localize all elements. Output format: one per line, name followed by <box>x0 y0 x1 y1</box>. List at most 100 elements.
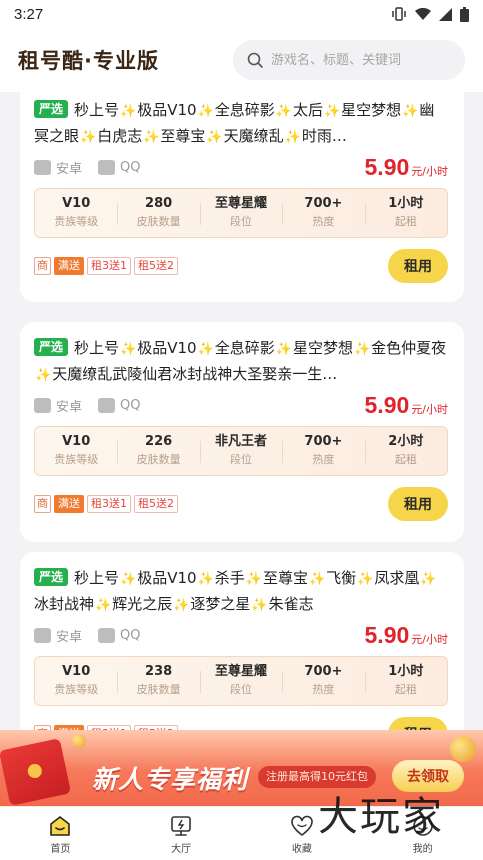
title-part: 极品V10 <box>137 569 197 587</box>
stat-heat: 700+ 热度 <box>282 663 364 699</box>
account-card[interactable]: 严选 秒上号✨极品V10✨全息碎影✨星空梦想✨金色仲夏夜✨天魔缭乱武陵仙君冰封战神… <box>20 322 464 542</box>
title-part: 极品V10 <box>137 339 197 357</box>
card-footer: 商 满送 租3送1 租5送2 租用 <box>34 486 448 522</box>
sparkle-icon: ✨ <box>197 104 214 119</box>
sparkle-icon: ✨ <box>120 342 137 357</box>
card-meta: 安卓 QQ 5.90 元/小时 <box>34 150 448 184</box>
stat-min-rent: 2小时 起租 <box>364 433 447 469</box>
sparkle-icon: ✨ <box>197 342 214 357</box>
qq-icon <box>98 159 116 175</box>
qq-icon <box>98 397 116 413</box>
sparkle-icon: ✨ <box>120 104 137 119</box>
sparkle-icon: ✨ <box>353 342 371 357</box>
sparkle-icon: ✨ <box>357 572 374 587</box>
android-icon <box>34 397 51 413</box>
status-bar: 3:27 <box>0 0 483 28</box>
price-unit: 元/小时 <box>411 632 448 646</box>
stats-panel: V10 贵族等级 238 皮肤数量 至尊星耀 段位 700+ 热度 1小时 起租 <box>34 656 448 706</box>
deal-tag: 租5送2 <box>134 495 178 513</box>
stat-noble: V10 贵族等级 <box>35 433 117 469</box>
stat-rank: 至尊星耀 段位 <box>199 195 282 231</box>
sparkle-icon: ✨ <box>206 130 223 145</box>
title-part: 太后 <box>292 101 323 119</box>
stat-value: 至尊星耀 <box>215 196 268 211</box>
stat-noble: V10 贵族等级 <box>35 663 117 699</box>
sparkle-icon: ✨ <box>35 368 52 383</box>
sparkle-icon: ✨ <box>308 572 326 587</box>
title-part: 天魔缭乱武陵仙君冰封战神大圣娶亲一生… <box>52 365 338 383</box>
stat-value: V10 <box>62 434 91 449</box>
stat-value: 700+ <box>304 664 343 679</box>
coin-icon <box>450 736 476 762</box>
price-unit: 元/小时 <box>411 164 448 178</box>
platform-tag: 安卓 <box>34 626 82 645</box>
nav-label: 收藏 <box>291 844 312 855</box>
price-value: 5.90 <box>364 391 410 418</box>
stats-panel: V10 贵族等级 280 皮肤数量 至尊星耀 段位 700+ 热度 1小时 起租 <box>34 188 448 238</box>
title-part: 逐梦之星 <box>190 595 251 613</box>
account-card[interactable]: 严选 秒上号✨极品V10✨全息碎影✨太后✨星空梦想✨幽冥之眼✨白虎志✨至尊宝✨天魔… <box>20 92 464 302</box>
sparkle-icon: ✨ <box>80 130 97 145</box>
rent-button[interactable]: 租用 <box>388 249 448 283</box>
title-part: 凤求凰 <box>374 569 420 587</box>
stat-label: 皮肤数量 <box>136 215 181 228</box>
login-tag: QQ <box>98 397 140 413</box>
signal-icon <box>439 7 452 21</box>
stat-label: 热度 <box>312 215 335 228</box>
sparkle-icon: ✨ <box>143 130 160 145</box>
promo-tags: 商 满送 租3送1 租5送2 <box>34 495 178 513</box>
stat-label: 段位 <box>230 215 253 228</box>
watermark: 大玩家 <box>318 794 444 840</box>
stat-label: 段位 <box>230 453 253 466</box>
title-part: 秒上号 <box>74 569 120 587</box>
stats-panel: V10 贵族等级 226 皮肤数量 非凡王者 段位 700+ 热度 2小时 起租 <box>34 426 448 476</box>
bonus-tag: 满送 <box>54 495 84 513</box>
stat-value: V10 <box>62 664 91 679</box>
title-part: 天魔缭乱 <box>223 127 284 145</box>
strict-select-badge: 严选 <box>34 338 69 356</box>
stat-heat: 700+ 热度 <box>282 433 364 469</box>
stat-noble: V10 贵族等级 <box>35 195 117 231</box>
merchant-tag: 商 <box>34 257 51 275</box>
login-label: QQ <box>120 627 141 643</box>
rent-button[interactable]: 租用 <box>388 487 448 521</box>
search-input[interactable] <box>271 52 441 68</box>
stat-min-rent: 1小时 起租 <box>364 663 447 699</box>
coin-icon <box>72 734 86 748</box>
title-part: 冰封战神 <box>34 595 95 613</box>
title-part: 金色仲夏夜 <box>371 339 447 357</box>
app-brand: 租号酷·专业版 <box>18 49 159 73</box>
sparkle-icon: ✨ <box>245 572 262 587</box>
deal-tag: 租5送2 <box>134 257 178 275</box>
sparkle-icon: ✨ <box>95 598 112 613</box>
android-icon <box>34 159 51 175</box>
login-tag: QQ <box>98 627 141 643</box>
title-part: 飞衡 <box>326 569 357 587</box>
stat-label: 热度 <box>312 683 335 696</box>
stat-label: 起租 <box>394 453 417 466</box>
platform-tag: 安卓 <box>34 158 82 177</box>
title-part: 白虎志 <box>97 127 143 145</box>
sparkle-icon: ✨ <box>173 598 190 613</box>
stat-rank: 非凡王者 段位 <box>199 433 282 469</box>
nav-item-hall[interactable]: 大厅 <box>121 807 242 860</box>
title-part: 星空梦想 <box>341 101 402 119</box>
price: 5.90 元/小时 <box>365 622 448 649</box>
title-part: 至尊宝 <box>160 127 206 145</box>
qq-icon <box>98 627 116 643</box>
nav-item-home[interactable]: 首页 <box>0 807 121 860</box>
search-box[interactable] <box>233 40 465 80</box>
title-part: 秒上号 <box>74 101 120 119</box>
wifi-icon <box>415 7 431 20</box>
stat-min-rent: 1小时 起租 <box>364 195 447 231</box>
stat-label: 皮肤数量 <box>136 453 181 466</box>
stat-value: 非凡王者 <box>215 434 268 449</box>
bonus-tag: 满送 <box>54 257 84 275</box>
card-meta: 安卓 QQ 5.90 元/小时 <box>34 618 448 652</box>
merchant-tag: 商 <box>34 495 51 513</box>
title-part: 时雨… <box>301 127 347 145</box>
sparkle-icon: ✨ <box>275 104 292 119</box>
platform-label: 安卓 <box>56 629 83 645</box>
stat-label: 皮肤数量 <box>136 683 181 696</box>
sparkle-icon: ✨ <box>120 572 137 587</box>
